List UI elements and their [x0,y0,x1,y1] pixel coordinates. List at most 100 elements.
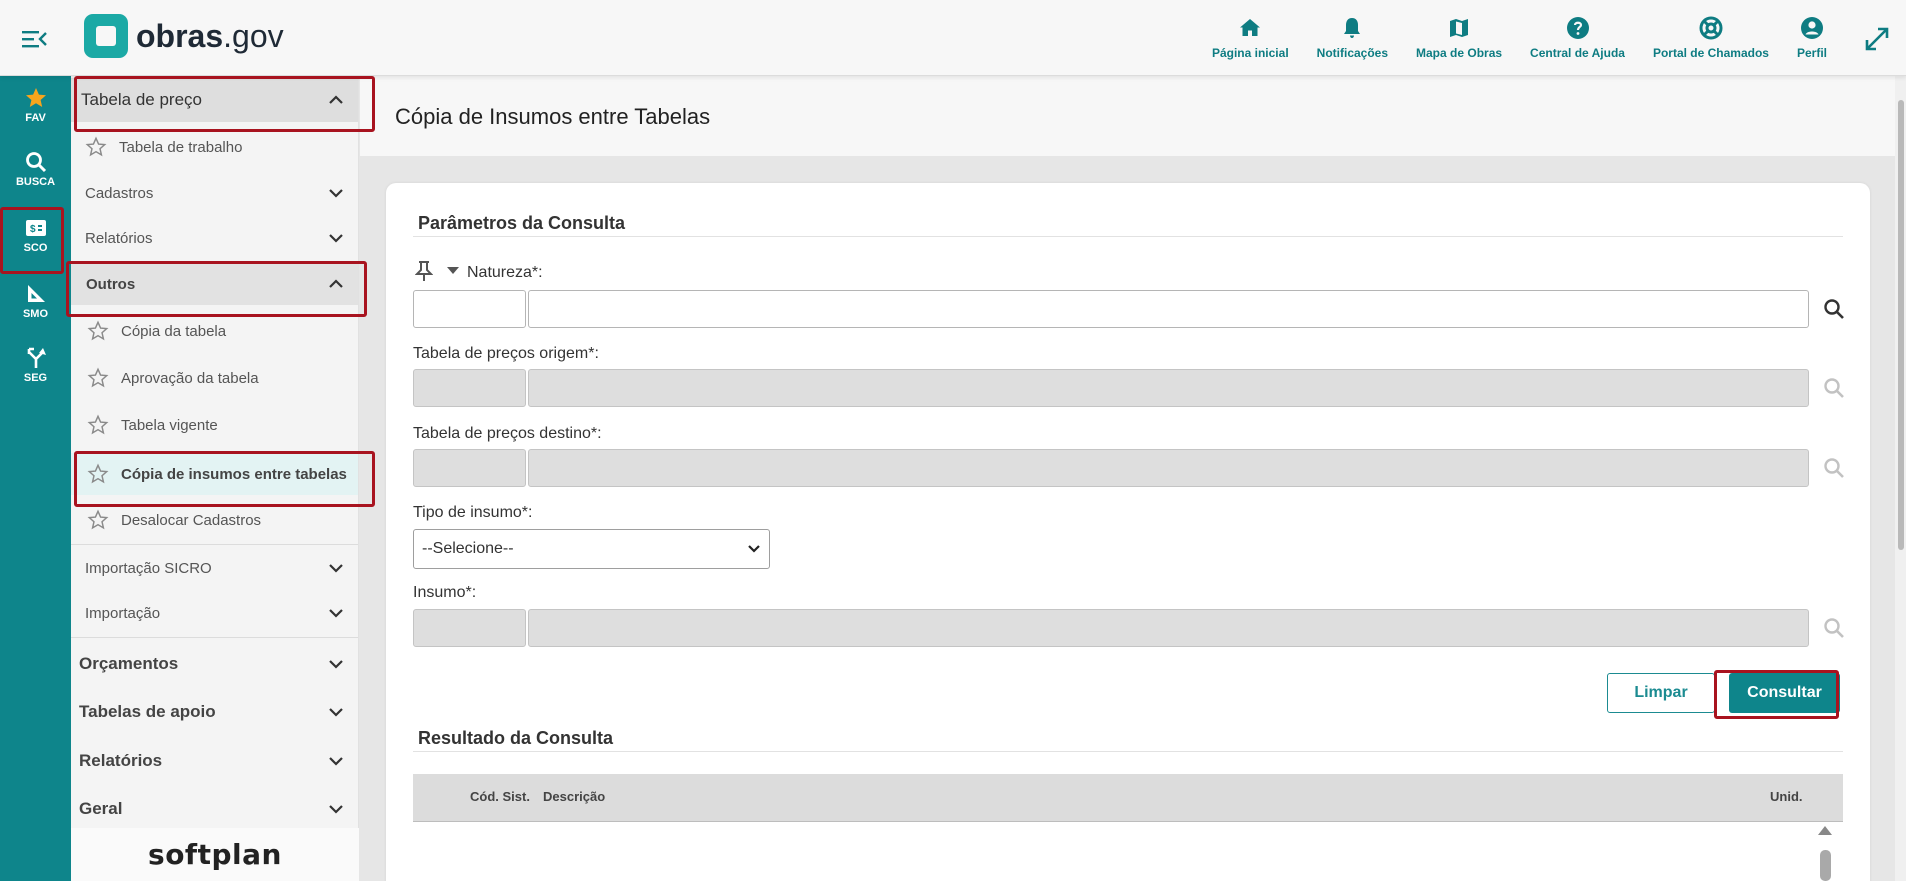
menu-item-label: Cópia da tabela [121,322,227,340]
column-unid[interactable]: Unid. [1770,789,1803,804]
menu-sub-label: Outros [86,275,136,293]
pin-icon[interactable] [415,260,433,282]
nav-perfil[interactable]: Perfil [1783,16,1841,66]
menu-item-copia-de-insumos-entre-tabelas[interactable]: Cópia de insumos entre tabelas [71,453,358,495]
module-bar: FAV BUSCA $ SCO SMO SEG [0,76,71,881]
column-cod-sist[interactable]: Cód. Sist. [470,789,530,804]
consultar-button[interactable]: Consultar [1729,673,1840,713]
result-table-header: Cód. Sist. Descrição Unid. [413,774,1843,822]
star-outline-icon[interactable] [87,320,109,342]
ruler-icon [27,285,45,302]
tipo-insumo-select[interactable]: --Selecione-- [413,529,770,569]
map-icon [1450,19,1469,37]
nav-portal-de-chamados[interactable]: Portal de Chamados [1639,16,1783,66]
insumo-label: Insumo*: [413,584,477,601]
insumo-code-input [413,609,526,647]
menu-item-tabela-de-trabalho[interactable]: Tabela de trabalho [71,127,358,167]
collapse-menu-icon[interactable] [22,28,48,50]
destino-code-input [413,449,526,487]
natureza-search-icon[interactable] [1823,298,1845,320]
menu-category-tabelas-de-apoio[interactable]: Tabelas de apoio [71,688,358,736]
star-outline-icon[interactable] [85,136,107,158]
expand-icon[interactable] [1864,26,1890,52]
origem-label: Tabela de preços origem*: [413,345,599,362]
menu-sub-importacao[interactable]: Importação [71,591,358,635]
menu-category-relatorios[interactable]: Relatórios [71,737,358,785]
natureza-description-input[interactable] [528,290,1809,328]
star-outline-icon[interactable] [87,367,109,389]
menu-item-label: Desalocar Cadastros [121,511,262,529]
natureza-label: Natureza*: [467,264,543,281]
section-title-resultado: Resultado da Consulta [418,728,614,748]
menu-sub-label: Importação [85,604,161,622]
insumo-search-icon [1824,618,1844,638]
menu-category-label: Relatórios [79,751,163,770]
nav-mapa-de-obras[interactable]: Mapa de Obras [1402,16,1516,66]
chevron-down-icon [329,660,343,669]
menu-section-tabela-de-preco[interactable]: Tabela de preço [71,78,358,122]
chevron-down-icon [329,805,343,814]
tipo-insumo-selected-value: --Selecione-- [422,540,514,557]
page-scrollbar-thumb[interactable] [1898,100,1904,550]
page-header: Cópia de Insumos entre Tabelas [360,76,1895,156]
module-smo[interactable]: SMO [0,282,71,342]
svg-text:$: $ [30,224,36,235]
menu-sub-label: Importação SICRO [85,559,212,577]
menu-item-label: Cópia de insumos entre tabelas [121,465,347,483]
menu-item-desalocar-cadastros[interactable]: Desalocar Cadastros [71,500,358,540]
limpar-button[interactable]: Limpar [1607,673,1715,713]
menu-section-label: Tabela de preço [81,90,202,109]
app-logo[interactable]: obras.gov [84,14,284,58]
menu-item-aprovacao-da-tabela[interactable]: Aprovação da tabela [71,358,358,398]
chevron-up-icon [329,95,343,104]
menu-category-label: Orçamentos [79,654,179,673]
user-icon [1800,17,1823,39]
nav-pagina-inicial[interactable]: Página inicial [1198,16,1303,66]
tipo-insumo-label: Tipo de insumo*: [413,504,533,521]
chevron-down-icon [329,189,343,198]
top-navigation: Página inicial Notificações Mapa de Obra… [1198,16,1841,66]
menu-sub-label: Relatórios [85,229,153,247]
chevron-down-icon [329,609,343,618]
origem-description-input [528,369,1809,407]
home-icon [1240,19,1261,36]
chevron-down-icon [329,757,343,766]
menu-category-orcamentos[interactable]: Orçamentos [71,640,358,688]
page-title: Cópia de Insumos entre Tabelas [395,104,711,129]
table-scrollbar-thumb[interactable] [1820,850,1831,881]
menu-sub-cadastros[interactable]: Cadastros [71,171,358,215]
softplan-logo: softplan [71,828,359,881]
chevron-down-icon [748,545,760,553]
nav-central-de-ajuda[interactable]: Central de Ajuda [1516,16,1639,66]
star-outline-icon[interactable] [87,414,109,436]
menu-sub-importacao-sicro[interactable]: Importação SICRO [71,546,358,590]
nav-notificacoes[interactable]: Notificações [1303,16,1402,66]
merge-icon [27,347,46,368]
column-descricao[interactable]: Descrição [543,789,605,804]
origem-search-icon [1824,378,1844,398]
module-fav[interactable]: FAV [0,86,71,146]
logo-text: obras.gov [136,17,284,54]
destino-search-icon [1824,458,1844,478]
star-outline-icon[interactable] [87,463,109,485]
chevron-down-icon [329,708,343,717]
bell-icon [1344,18,1361,38]
chevron-down-icon [329,564,343,573]
table-scroll-up-icon[interactable] [1818,826,1832,835]
section-title-parametros: Parâmetros da Consulta [418,213,626,233]
section-divider [413,751,1843,752]
module-sco[interactable]: $ SCO [0,216,71,276]
menu-item-tabela-vigente[interactable]: Tabela vigente [71,405,358,445]
natureza-code-input[interactable] [413,290,526,328]
menu-sub-outros[interactable]: Outros [71,263,358,305]
menu-item-copia-da-tabela[interactable]: Cópia da tabela [71,311,358,351]
menu-category-geral[interactable]: Geral [71,785,358,828]
star-outline-icon[interactable] [87,509,109,531]
menu-sub-relatorios[interactable]: Relatórios [71,216,358,260]
caret-down-icon[interactable] [447,267,459,275]
sco-icon: $ [25,220,46,236]
lifebuoy-icon [1699,16,1723,40]
module-seg[interactable]: SEG [0,346,71,406]
module-busca[interactable]: BUSCA [0,150,71,210]
chevron-up-icon [329,279,343,288]
